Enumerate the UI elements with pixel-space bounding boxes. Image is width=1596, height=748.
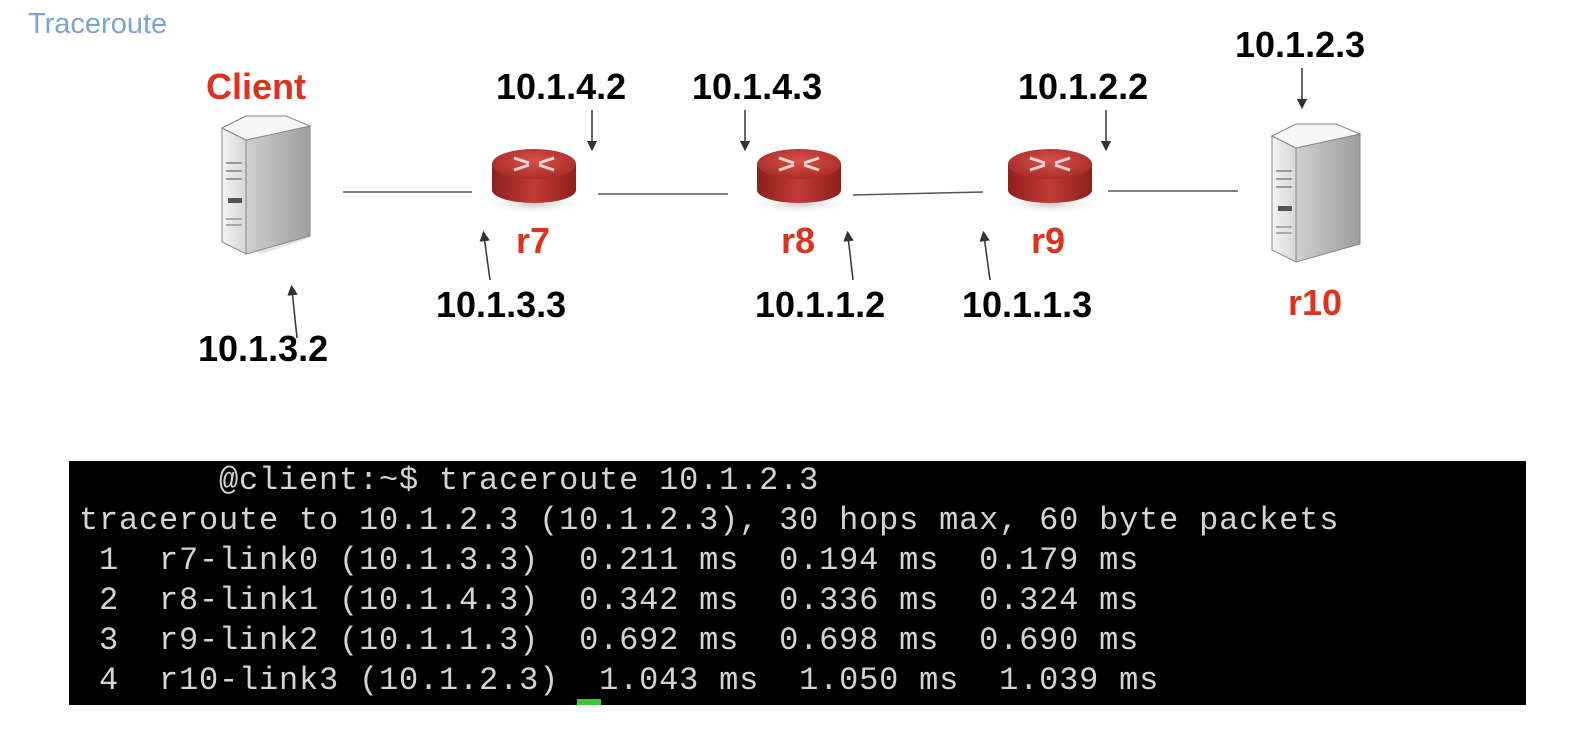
router-icon	[482, 149, 586, 214]
r9-label: r9	[1031, 220, 1066, 261]
terminal-hop-line: 2 r8-link1 (10.1.4.3) 0.342 ms 0.336 ms …	[79, 582, 1140, 619]
r10-label: r10	[1288, 282, 1343, 323]
ip-r10-upper: 10.1.2.3	[1235, 24, 1366, 65]
terminal-hop-line: 3 r9-link2 (10.1.1.3) 0.692 ms 0.698 ms …	[79, 622, 1140, 659]
r7-label: r7	[516, 220, 551, 261]
terminal-prompt-line: @client:~$ traceroute 10.1.2.3	[79, 462, 820, 499]
ip-client-lower: 10.1.3.2	[198, 328, 329, 369]
ip-r7-upper: 10.1.4.2	[496, 66, 627, 107]
client-label: Client	[206, 66, 307, 107]
terminal-output-line: traceroute to 10.1.2.3 (10.1.2.3), 30 ho…	[79, 502, 1340, 539]
server-icon	[220, 115, 312, 255]
arrow-r7-lower	[479, 230, 491, 281]
link-r8-r9	[852, 191, 984, 196]
terminal-hop-line: 1 r7-link0 (10.1.3.3) 0.211 ms 0.194 ms …	[79, 542, 1140, 579]
terminal-window: @client:~$ traceroute 10.1.2.3 tracerout…	[69, 461, 1526, 705]
arrow-r9-lower	[979, 230, 991, 281]
arrow-r8-lower	[843, 230, 854, 281]
router-icon	[747, 149, 851, 214]
terminal-cursor	[577, 699, 601, 705]
ip-r8-upper: 10.1.4.3	[692, 66, 823, 107]
terminal-hop-line: 4 r10-link3 (10.1.2.3) 1.043 ms 1.050 ms…	[79, 662, 1160, 699]
server-icon	[1270, 123, 1362, 263]
ip-r9-lower: 10.1.1.3	[962, 284, 1093, 325]
r8-label: r8	[781, 220, 816, 261]
ip-r7-lower: 10.1.3.3	[436, 284, 567, 325]
ip-r8-lower: 10.1.1.2	[755, 284, 886, 325]
router-icon	[998, 149, 1102, 214]
ip-r9-upper: 10.1.2.2	[1018, 66, 1149, 107]
